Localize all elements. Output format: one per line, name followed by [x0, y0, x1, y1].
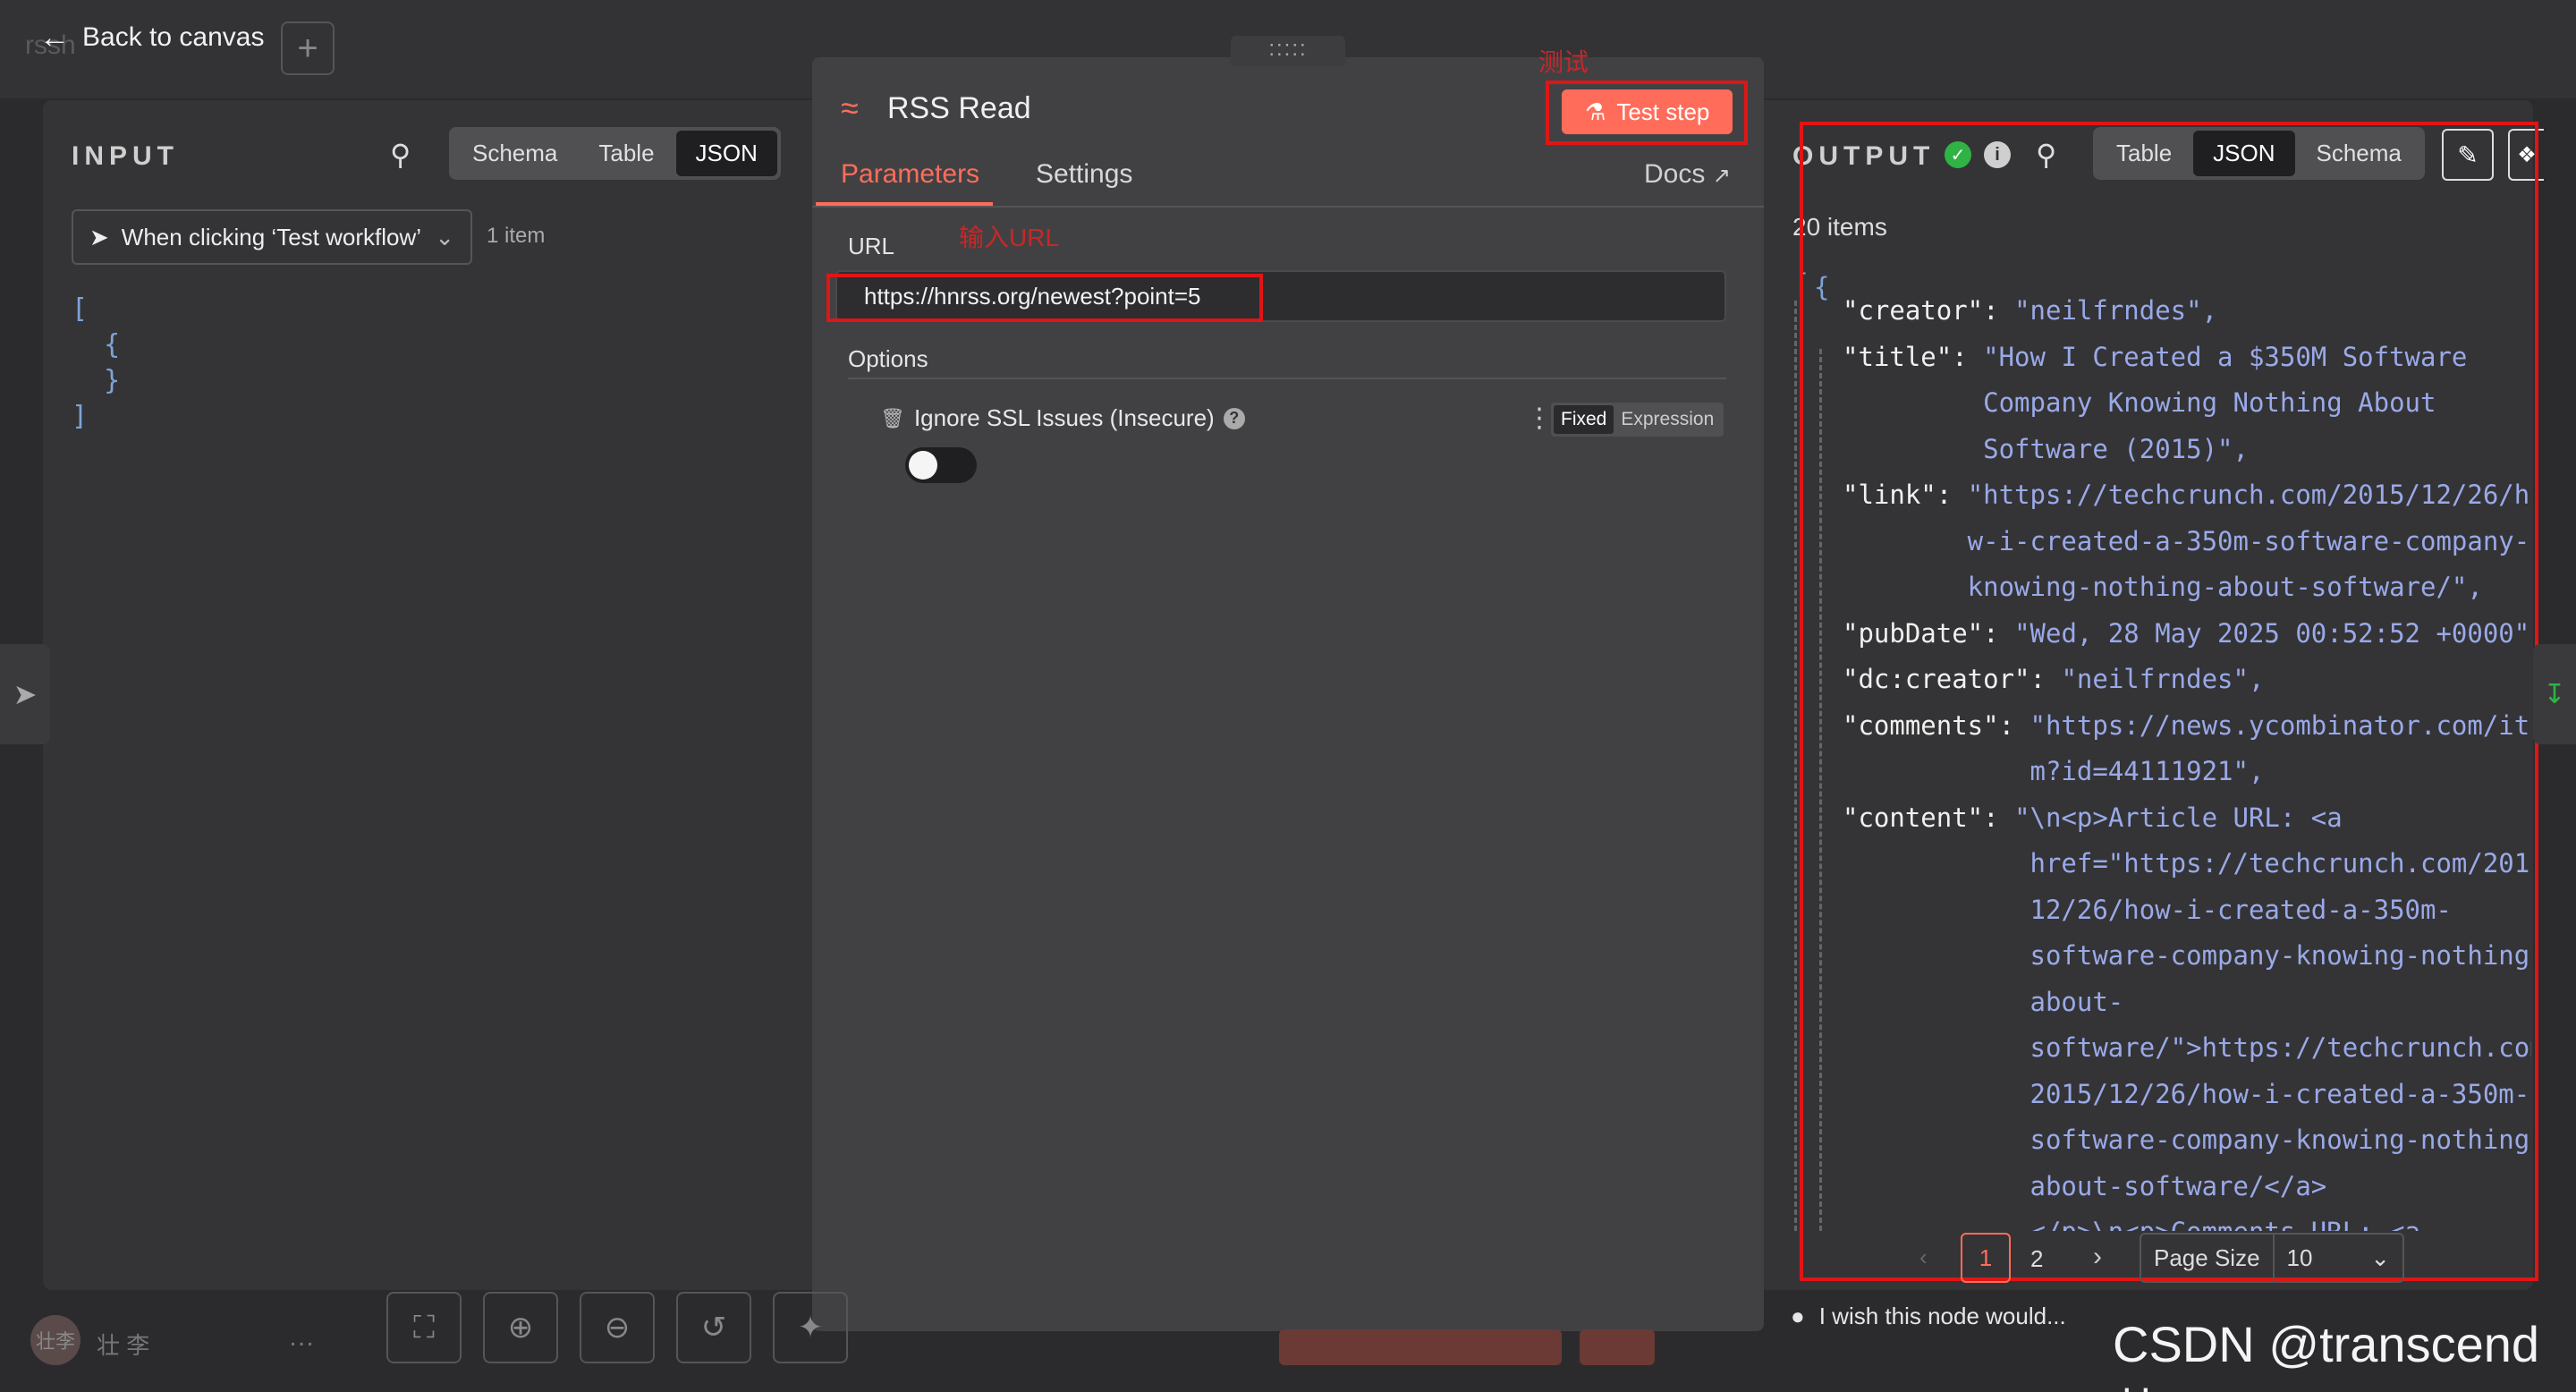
- node-title[interactable]: RSS Read: [887, 91, 1031, 126]
- json-guide-line: [1794, 301, 1797, 1231]
- input-tab-table[interactable]: Table: [579, 131, 674, 176]
- help-icon[interactable]: ?: [1223, 407, 1245, 429]
- annotation-test: 测试: [1538, 48, 1589, 76]
- ssl-option-row: 🗑 Ignore SSL Issues (Insecure) ?: [880, 404, 1245, 432]
- tidy-up-button[interactable]: ✦: [773, 1292, 848, 1363]
- broom-icon: ✦: [797, 1311, 824, 1345]
- pager-page-1[interactable]: 1: [1961, 1233, 2011, 1283]
- options-divider: [848, 378, 1726, 379]
- search-icon[interactable]: ⚲: [390, 138, 411, 172]
- zoom-in-button[interactable]: ⊕: [483, 1292, 558, 1363]
- wish-text: I wish this node would...: [1818, 1303, 2066, 1329]
- annotation-box-url: [826, 274, 1263, 322]
- back-label: Back to canvas: [82, 22, 265, 52]
- toggle-knob: [909, 451, 937, 480]
- trigger-label: When clicking ‘Test workflow’: [121, 223, 422, 250]
- fullscreen-icon: ⛶: [413, 1310, 435, 1345]
- input-title: INPUT: [72, 141, 179, 171]
- input-tab-json[interactable]: JSON: [675, 131, 777, 176]
- chevron-down-icon: ⌄: [435, 223, 454, 250]
- input-tab-schema[interactable]: Schema: [453, 131, 577, 176]
- json-line: ]: [72, 401, 89, 432]
- fit-view-button[interactable]: ⛶: [386, 1292, 462, 1363]
- docs-label: Docs: [1644, 159, 1706, 189]
- annotation-box-output: [1800, 122, 2538, 1281]
- node-settings-modal: [812, 57, 1764, 1331]
- execute-workflow-button[interactable]: [1279, 1329, 1562, 1365]
- collapse-right-button[interactable]: ↧: [2533, 644, 2576, 744]
- delete-button[interactable]: [1580, 1329, 1655, 1365]
- chevron-down-icon: ⌄: [2370, 1243, 2390, 1271]
- input-item-count: 1 item: [487, 224, 546, 248]
- active-tab-indicator: [816, 202, 993, 206]
- pager-next-button[interactable]: ›: [2093, 1242, 2102, 1272]
- trash-icon[interactable]: 🗑: [880, 407, 905, 430]
- arrow-left-icon: ←: [39, 20, 70, 55]
- reset-zoom-button[interactable]: ↺: [676, 1292, 751, 1363]
- input-panel: [43, 100, 812, 1290]
- tab-parameters[interactable]: Parameters: [841, 159, 979, 190]
- annotation-url: 输入URL: [959, 224, 1060, 251]
- download-icon: ↧: [2543, 679, 2566, 709]
- ssl-label: Ignore SSL Issues (Insecure): [913, 404, 1215, 431]
- input-view-switcher: Schema Table JSON: [449, 127, 781, 180]
- mode-fixed[interactable]: Fixed: [1554, 405, 1614, 434]
- collapse-left-button[interactable]: ➤: [0, 644, 50, 744]
- cursor-icon: ➤: [13, 678, 38, 710]
- user-name: 壮 李: [97, 1332, 150, 1359]
- input-json-view: [ { } ]: [72, 292, 120, 435]
- json-line: }: [72, 365, 121, 396]
- avatar[interactable]: 壮李: [30, 1315, 80, 1365]
- rss-icon: ≈: [841, 89, 859, 126]
- zoom-in-icon: ⊕: [507, 1311, 534, 1345]
- annotation-box-test: [1546, 81, 1748, 145]
- json-line: [: [72, 293, 89, 325]
- input-node-select[interactable]: ➤ When clicking ‘Test workflow’ ⌄: [72, 209, 472, 265]
- more-options-icon[interactable]: ⋮: [1526, 403, 1553, 434]
- zoom-out-button[interactable]: ⊖: [580, 1292, 655, 1363]
- back-to-canvas-link[interactable]: ← Back to canvas: [39, 18, 264, 57]
- pager-prev-button[interactable]: ‹: [1919, 1243, 1928, 1271]
- zoom-out-icon: ⊖: [604, 1311, 631, 1345]
- mode-expression[interactable]: Expression: [1614, 405, 1721, 434]
- add-node-button[interactable]: +: [281, 21, 335, 75]
- watermark: CSDN @transcend壮: [2113, 1316, 2540, 1392]
- url-label: URL: [848, 233, 895, 259]
- undo-icon: ↺: [700, 1311, 727, 1345]
- lightbulb-icon: ●: [1791, 1303, 1805, 1329]
- tab-settings[interactable]: Settings: [1036, 159, 1132, 190]
- docs-link[interactable]: Docs ↗: [1644, 159, 1731, 190]
- value-mode-switcher: Fixed Expression: [1551, 403, 1724, 437]
- drag-handle[interactable]: :::::: [1231, 36, 1345, 66]
- user-menu-icon[interactable]: …: [288, 1322, 315, 1353]
- page-size-label: Page Size: [2141, 1235, 2275, 1281]
- pager-page-2[interactable]: 2: [2030, 1245, 2043, 1273]
- external-link-icon: ↗: [1712, 164, 1731, 188]
- json-line: {: [72, 329, 121, 361]
- page-size-select[interactable]: Page Size 10 ⌄: [2140, 1233, 2404, 1283]
- cursor-icon: ➤: [89, 223, 109, 250]
- options-label: Options: [848, 345, 928, 372]
- feedback-link[interactable]: ● I wish this node would...: [1791, 1303, 2066, 1330]
- page-size-value: 10: [2286, 1243, 2313, 1271]
